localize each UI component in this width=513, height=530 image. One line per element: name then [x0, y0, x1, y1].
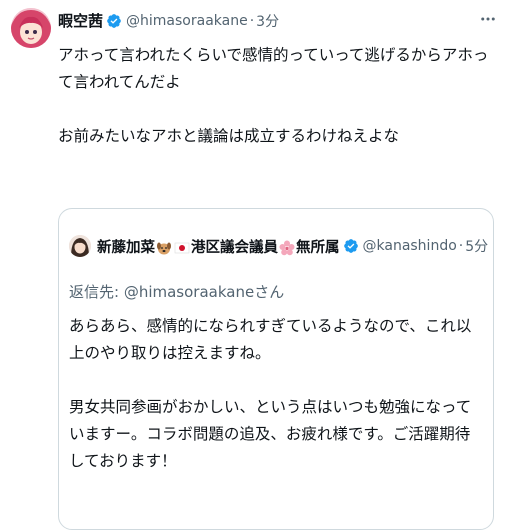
- tweet-paragraph: アホって言われたくらいで感情的っていって逃げるからアホって言われてんだよ: [58, 46, 489, 91]
- quoted-text: あらあら、感情的になられすぎているようなので、これ以上のやり取りは控えますね。 …: [69, 313, 483, 475]
- tweet-author: 暇空茜 @himasoraakane · 3分: [58, 10, 279, 31]
- dog-face-emoji: [156, 240, 172, 256]
- quoted-display-name[interactable]: 新藤加菜 港区議会議員 無所属: [97, 236, 340, 257]
- quoted-timestamp[interactable]: 5分: [465, 236, 488, 256]
- reply-context: 返信先: @himasoraakaneさん: [69, 281, 284, 302]
- quoted-author-avatar[interactable]: [69, 235, 91, 257]
- reply-mention-link[interactable]: @himasoraakane: [124, 283, 254, 301]
- verified-badge-icon: [106, 13, 122, 29]
- tweet-text: アホって言われたくらいで感情的っていって逃げるからアホって言われてんだよ お前み…: [58, 42, 502, 150]
- quoted-name-part: 新藤加菜: [97, 239, 155, 256]
- quoted-name-part: 無所属: [296, 239, 340, 256]
- separator-dot: ·: [458, 238, 464, 254]
- japan-flag-emoji: [174, 240, 190, 256]
- reply-suffix: さん: [254, 283, 285, 301]
- author-avatar[interactable]: [11, 8, 51, 48]
- reply-prefix: 返信先:: [69, 283, 124, 301]
- quoted-author: 新藤加菜 港区議会議員 無所属 @kanashindo · 5分: [69, 235, 488, 257]
- cherry-blossom-emoji: [279, 240, 295, 256]
- author-display-name[interactable]: 暇空茜: [58, 10, 103, 31]
- separator-dot: ·: [249, 12, 255, 29]
- timestamp[interactable]: 3分: [256, 11, 279, 31]
- tweet: 暇空茜 @himasoraakane · 3分 アホって言われたくらいで感情的っ…: [0, 0, 513, 530]
- tweet-paragraph: お前みたいなアホと議論は成立するわけねえよな: [58, 127, 400, 145]
- verified-badge-icon: [343, 238, 359, 254]
- quoted-paragraph: 男女共同参画がおかしい、という点はいつも勉強になっていますー。コラボ問題の追及、…: [69, 398, 472, 470]
- quoted-name-part: 港区議会議員: [191, 239, 278, 256]
- quoted-paragraph: あらあら、感情的になられすぎているようなので、これ以上のやり取りは控えますね。: [69, 317, 472, 362]
- quoted-tweet[interactable]: 新藤加菜 港区議会議員 無所属 @kanashindo · 5分 返信先: @him…: [58, 208, 494, 530]
- quoted-handle[interactable]: @kanashindo: [363, 238, 457, 254]
- author-handle[interactable]: @himasoraakane: [126, 13, 248, 29]
- more-dots-icon[interactable]: [479, 10, 497, 28]
